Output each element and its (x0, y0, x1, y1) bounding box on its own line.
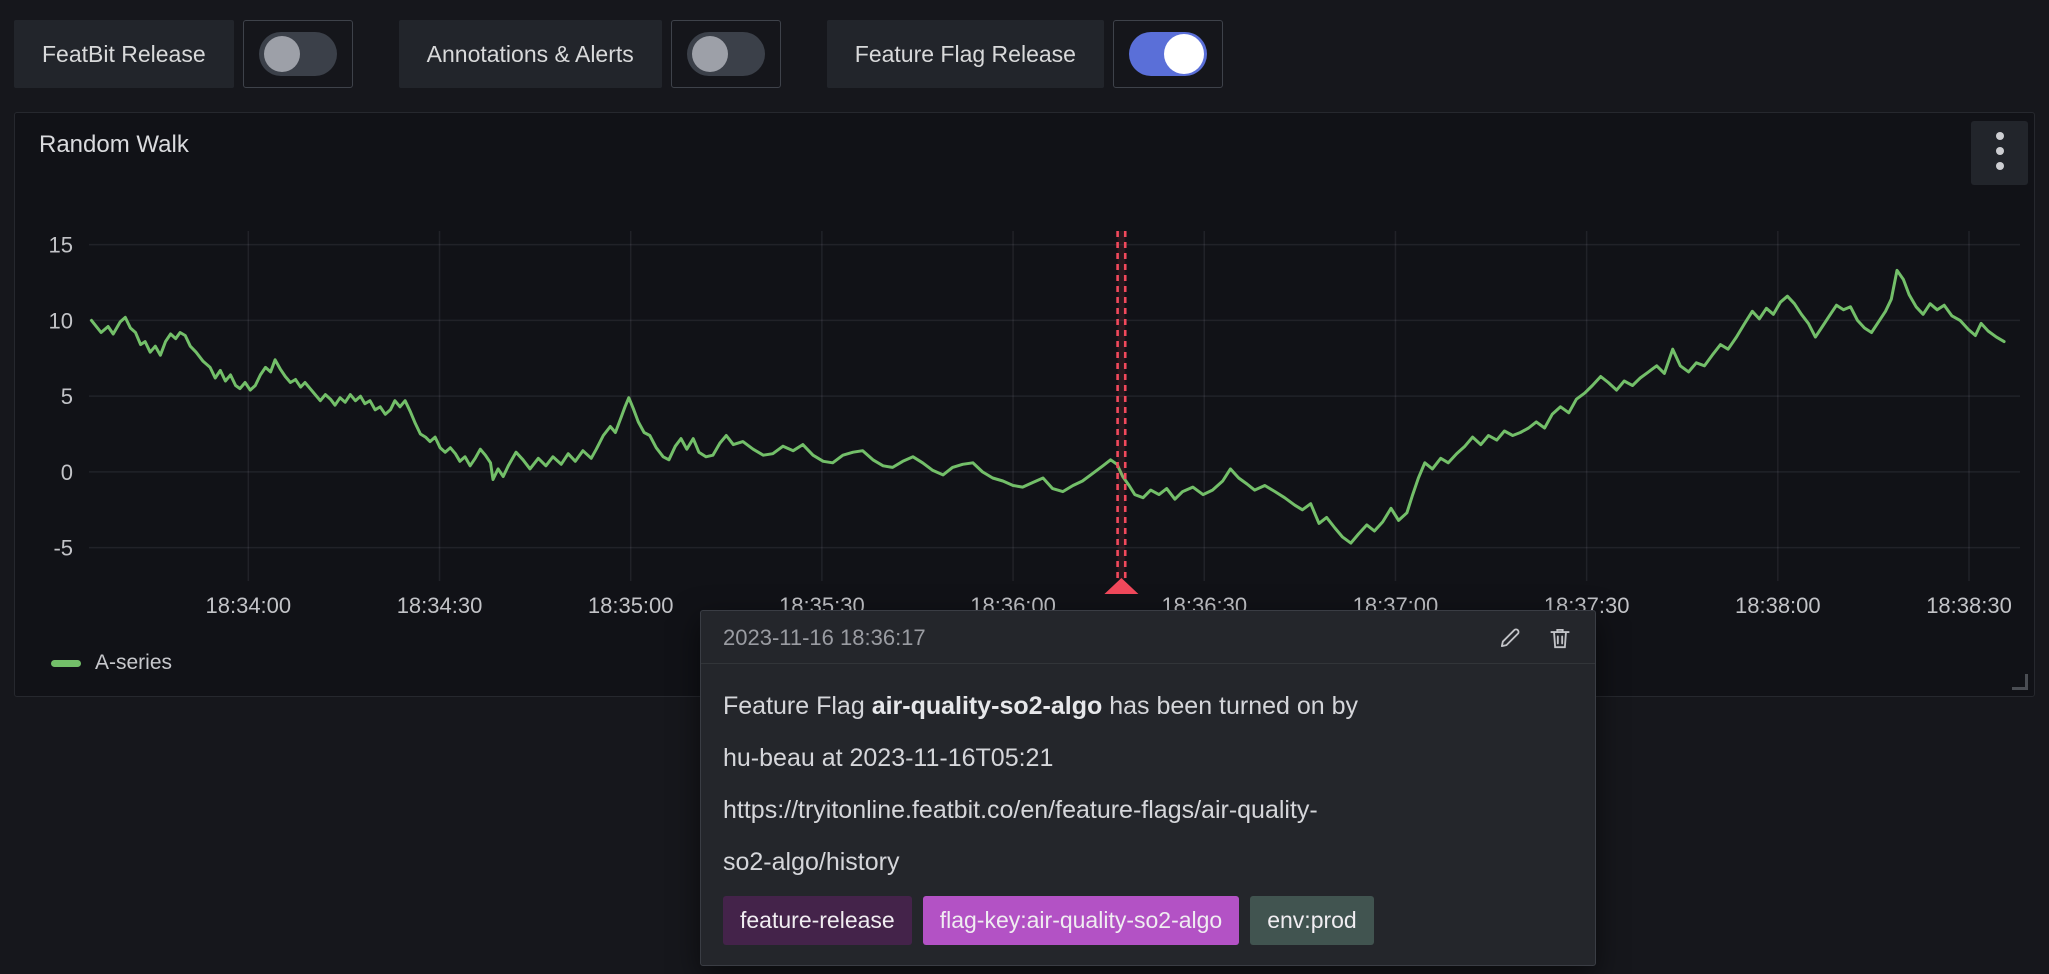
feature-flag-release-switch-box (1113, 20, 1223, 88)
tag-feature-release: feature-release (723, 896, 912, 945)
annotation-line2: hu-beau at 2023-11-16T05:21 (723, 744, 1053, 772)
toggle-knob (692, 36, 728, 72)
x-axis-tick-label: 18:34:30 (397, 593, 483, 618)
tag-flag-key: flag-key:air-quality-so2-algo (923, 896, 1240, 945)
y-axis-tick-label: 0 (61, 460, 73, 485)
panel-resize-handle[interactable] (2012, 674, 2028, 690)
y-axis-tick-label: 5 (61, 384, 73, 409)
featbit-release-toggle[interactable] (259, 32, 337, 76)
annotation-url-line1: https://tryitonline.featbit.co/en/featur… (723, 796, 1318, 824)
delete-annotation-button[interactable] (1547, 625, 1573, 651)
featbit-release-label: FeatBit Release (14, 20, 234, 88)
y-axis-tick-label: 15 (49, 233, 73, 258)
y-axis-tick-label: -5 (53, 536, 73, 561)
tag-env: env:prod (1250, 896, 1374, 945)
time-series-chart: 151050-518:34:0018:34:3018:35:0018:35:30… (15, 113, 2034, 696)
featbit-release-switch-box (243, 20, 353, 88)
annotation-url-line2: so2-algo/history (723, 848, 899, 876)
toggle-group-feature-flag-release: Feature Flag Release (827, 20, 1223, 88)
annotation-tags: feature-releaseflag-key:air-quality-so2-… (701, 888, 1595, 965)
annotation-line1-prefix: Feature Flag (723, 692, 872, 720)
annotation-text: Feature Flag air-quality-so2-algo has be… (701, 664, 1595, 888)
annotation-actions (1497, 625, 1573, 651)
edit-annotation-button[interactable] (1497, 625, 1523, 651)
annotations-alerts-switch-box (671, 20, 781, 88)
annotations-alerts-toggle[interactable] (687, 32, 765, 76)
toggle-group-featbit-release: FeatBit Release (14, 20, 353, 88)
toggle-knob (1164, 34, 1204, 74)
dashboard: FeatBit Release Annotations & Alerts Fea… (0, 0, 2049, 974)
annotation-timestamp: 2023-11-16 18:36:17 (723, 625, 926, 651)
annotations-alerts-label: Annotations & Alerts (399, 20, 662, 88)
toggle-toolbar: FeatBit Release Annotations & Alerts Fea… (14, 20, 1269, 88)
x-axis-tick-label: 18:34:00 (206, 593, 292, 618)
legend-item-a-series[interactable]: A-series (51, 651, 172, 675)
pencil-icon (1497, 625, 1523, 651)
x-axis-tick-label: 18:38:30 (1926, 593, 2012, 618)
annotation-tooltip-header: 2023-11-16 18:36:17 (701, 611, 1595, 664)
toggle-knob (264, 36, 300, 72)
legend-label: A-series (95, 651, 172, 675)
series-color-swatch (51, 660, 81, 667)
annotation-marker-triangle[interactable] (1104, 578, 1138, 594)
trash-icon (1547, 625, 1573, 651)
annotation-region (1118, 231, 1126, 579)
x-axis-tick-label: 18:35:00 (588, 593, 674, 618)
flag-name: air-quality-so2-algo (872, 692, 1103, 720)
y-axis-tick-label: 10 (49, 308, 73, 333)
annotation-tooltip: 2023-11-16 18:36:17 Feature Flag air-qua… (700, 610, 1596, 966)
toggle-group-annotations-alerts: Annotations & Alerts (399, 20, 781, 88)
feature-flag-release-label: Feature Flag Release (827, 20, 1104, 88)
feature-flag-release-toggle[interactable] (1129, 32, 1207, 76)
series-line-A-series (92, 270, 2005, 543)
x-axis-tick-label: 18:38:00 (1735, 593, 1821, 618)
annotation-line1-suffix: has been turned on by (1102, 692, 1358, 720)
